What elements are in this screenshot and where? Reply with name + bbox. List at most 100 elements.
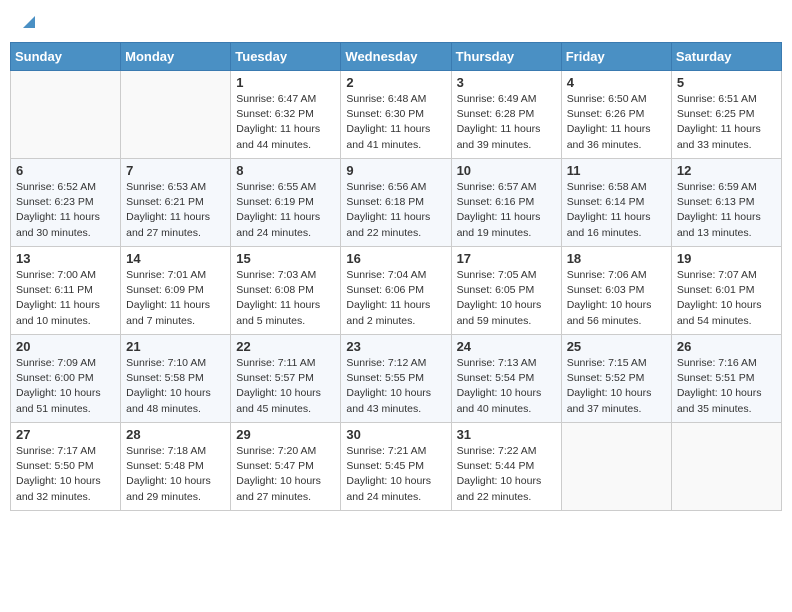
calendar-cell: 17 Sunrise: 7:05 AM Sunset: 6:05 PM Dayli… (451, 247, 561, 335)
logo-text (18, 14, 36, 30)
day-number: 11 (567, 163, 666, 178)
calendar-cell: 2Sunrise: 6:48 AM Sunset: 6:30 PM Daylig… (341, 71, 451, 159)
day-number: 25 (567, 339, 666, 354)
day-info: Sunrise: 7:13 AM Sunset: 5:54 PM Dayligh… (457, 356, 556, 417)
day-number: 21 (126, 339, 225, 354)
day-info: Sunrise: 7:07 AM Sunset: 6:01 PM Dayligh… (677, 268, 776, 329)
column-header-tuesday: Tuesday (231, 43, 341, 71)
calendar-cell: 16 Sunrise: 7:04 AM Sunset: 6:06 PM Dayli… (341, 247, 451, 335)
day-info: Sunrise: 7:17 AM Sunset: 5:50 PM Dayligh… (16, 444, 115, 505)
day-info: Sunrise: 6:56 AM Sunset: 6:18 PM Dayligh… (346, 180, 445, 241)
day-number: 15 (236, 251, 335, 266)
calendar-cell (11, 71, 121, 159)
day-info: Sunrise: 7:15 AM Sunset: 5:52 PM Dayligh… (567, 356, 666, 417)
calendar-cell: 20 Sunrise: 7:09 AM Sunset: 6:00 PM Dayli… (11, 335, 121, 423)
logo (18, 14, 36, 30)
calendar-cell: 7 Sunrise: 6:53 AM Sunset: 6:21 PM Daylig… (121, 159, 231, 247)
day-info: Sunrise: 7:11 AM Sunset: 5:57 PM Dayligh… (236, 356, 335, 417)
day-number: 9 (346, 163, 445, 178)
day-info: Sunrise: 6:55 AM Sunset: 6:19 PM Dayligh… (236, 180, 335, 241)
calendar-cell: 19 Sunrise: 7:07 AM Sunset: 6:01 PM Dayli… (671, 247, 781, 335)
day-number: 13 (16, 251, 115, 266)
calendar-cell: 12 Sunrise: 6:59 AM Sunset: 6:13 PM Dayli… (671, 159, 781, 247)
day-number: 18 (567, 251, 666, 266)
calendar-cell: 22Sunrise: 7:11 AM Sunset: 5:57 PM Dayli… (231, 335, 341, 423)
day-number: 6 (16, 163, 115, 178)
calendar-cell: 18 Sunrise: 7:06 AM Sunset: 6:03 PM Dayli… (561, 247, 671, 335)
day-info: Sunrise: 7:16 AM Sunset: 5:51 PM Dayligh… (677, 356, 776, 417)
calendar-cell: 4 Sunrise: 6:50 AM Sunset: 6:26 PM Daylig… (561, 71, 671, 159)
day-info: Sunrise: 6:57 AM Sunset: 6:16 PM Dayligh… (457, 180, 556, 241)
calendar-cell: 21 Sunrise: 7:10 AM Sunset: 5:58 PM Dayli… (121, 335, 231, 423)
day-number: 17 (457, 251, 556, 266)
calendar-cell (121, 71, 231, 159)
day-info: Sunrise: 6:58 AM Sunset: 6:14 PM Dayligh… (567, 180, 666, 241)
calendar-cell: 30 Sunrise: 7:21 AM Sunset: 5:45 PM Dayli… (341, 423, 451, 511)
calendar-week-row: 13 Sunrise: 7:00 AM Sunset: 6:11 PM Dayli… (11, 247, 782, 335)
page-header (10, 10, 782, 34)
day-number: 16 (346, 251, 445, 266)
calendar-cell: 13 Sunrise: 7:00 AM Sunset: 6:11 PM Dayli… (11, 247, 121, 335)
calendar-cell: 27Sunrise: 7:17 AM Sunset: 5:50 PM Dayli… (11, 423, 121, 511)
day-number: 28 (126, 427, 225, 442)
day-info: Sunrise: 7:21 AM Sunset: 5:45 PM Dayligh… (346, 444, 445, 505)
day-info: Sunrise: 7:18 AM Sunset: 5:48 PM Dayligh… (126, 444, 225, 505)
calendar-week-row: 27Sunrise: 7:17 AM Sunset: 5:50 PM Dayli… (11, 423, 782, 511)
calendar-cell: 10 Sunrise: 6:57 AM Sunset: 6:16 PM Dayli… (451, 159, 561, 247)
calendar-cell: 25 Sunrise: 7:15 AM Sunset: 5:52 PM Dayli… (561, 335, 671, 423)
day-info: Sunrise: 6:50 AM Sunset: 6:26 PM Dayligh… (567, 92, 666, 153)
day-info: Sunrise: 6:52 AM Sunset: 6:23 PM Dayligh… (16, 180, 115, 241)
calendar-cell: 29Sunrise: 7:20 AM Sunset: 5:47 PM Dayli… (231, 423, 341, 511)
day-info: Sunrise: 7:09 AM Sunset: 6:00 PM Dayligh… (16, 356, 115, 417)
day-info: Sunrise: 6:53 AM Sunset: 6:21 PM Dayligh… (126, 180, 225, 241)
calendar-cell: 1Sunrise: 6:47 AM Sunset: 6:32 PM Daylig… (231, 71, 341, 159)
calendar-week-row: 20 Sunrise: 7:09 AM Sunset: 6:00 PM Dayli… (11, 335, 782, 423)
calendar-header-row: SundayMondayTuesdayWednesdayThursdayFrid… (11, 43, 782, 71)
day-info: Sunrise: 7:12 AM Sunset: 5:55 PM Dayligh… (346, 356, 445, 417)
day-number: 7 (126, 163, 225, 178)
calendar-cell: 23Sunrise: 7:12 AM Sunset: 5:55 PM Dayli… (341, 335, 451, 423)
calendar-week-row: 6 Sunrise: 6:52 AM Sunset: 6:23 PM Daylig… (11, 159, 782, 247)
day-number: 30 (346, 427, 445, 442)
calendar-cell: 5Sunrise: 6:51 AM Sunset: 6:25 PM Daylig… (671, 71, 781, 159)
day-info: Sunrise: 7:22 AM Sunset: 5:44 PM Dayligh… (457, 444, 556, 505)
day-number: 5 (677, 75, 776, 90)
day-number: 12 (677, 163, 776, 178)
calendar-cell: 24 Sunrise: 7:13 AM Sunset: 5:54 PM Dayli… (451, 335, 561, 423)
column-header-wednesday: Wednesday (341, 43, 451, 71)
day-number: 1 (236, 75, 335, 90)
calendar-cell: 8 Sunrise: 6:55 AM Sunset: 6:19 PM Daylig… (231, 159, 341, 247)
day-number: 24 (457, 339, 556, 354)
column-header-saturday: Saturday (671, 43, 781, 71)
day-number: 2 (346, 75, 445, 90)
calendar-cell: 28 Sunrise: 7:18 AM Sunset: 5:48 PM Dayli… (121, 423, 231, 511)
calendar-cell: 31 Sunrise: 7:22 AM Sunset: 5:44 PM Dayli… (451, 423, 561, 511)
column-header-friday: Friday (561, 43, 671, 71)
calendar-cell: 3 Sunrise: 6:49 AM Sunset: 6:28 PM Daylig… (451, 71, 561, 159)
day-number: 31 (457, 427, 556, 442)
calendar-table: SundayMondayTuesdayWednesdayThursdayFrid… (10, 42, 782, 511)
calendar-cell: 11 Sunrise: 6:58 AM Sunset: 6:14 PM Dayli… (561, 159, 671, 247)
day-number: 4 (567, 75, 666, 90)
calendar-cell (561, 423, 671, 511)
day-info: Sunrise: 7:05 AM Sunset: 6:05 PM Dayligh… (457, 268, 556, 329)
column-header-sunday: Sunday (11, 43, 121, 71)
day-number: 29 (236, 427, 335, 442)
logo-triangle-icon (19, 14, 35, 30)
day-number: 3 (457, 75, 556, 90)
day-info: Sunrise: 7:10 AM Sunset: 5:58 PM Dayligh… (126, 356, 225, 417)
day-number: 20 (16, 339, 115, 354)
day-info: Sunrise: 6:49 AM Sunset: 6:28 PM Dayligh… (457, 92, 556, 153)
day-info: Sunrise: 7:06 AM Sunset: 6:03 PM Dayligh… (567, 268, 666, 329)
day-number: 10 (457, 163, 556, 178)
day-info: Sunrise: 6:59 AM Sunset: 6:13 PM Dayligh… (677, 180, 776, 241)
calendar-cell: 6 Sunrise: 6:52 AM Sunset: 6:23 PM Daylig… (11, 159, 121, 247)
calendar-cell: 14Sunrise: 7:01 AM Sunset: 6:09 PM Dayli… (121, 247, 231, 335)
calendar-cell: 15Sunrise: 7:03 AM Sunset: 6:08 PM Dayli… (231, 247, 341, 335)
day-info: Sunrise: 7:00 AM Sunset: 6:11 PM Dayligh… (16, 268, 115, 329)
day-number: 19 (677, 251, 776, 266)
column-header-thursday: Thursday (451, 43, 561, 71)
day-number: 8 (236, 163, 335, 178)
day-info: Sunrise: 7:04 AM Sunset: 6:06 PM Dayligh… (346, 268, 445, 329)
calendar-cell (671, 423, 781, 511)
